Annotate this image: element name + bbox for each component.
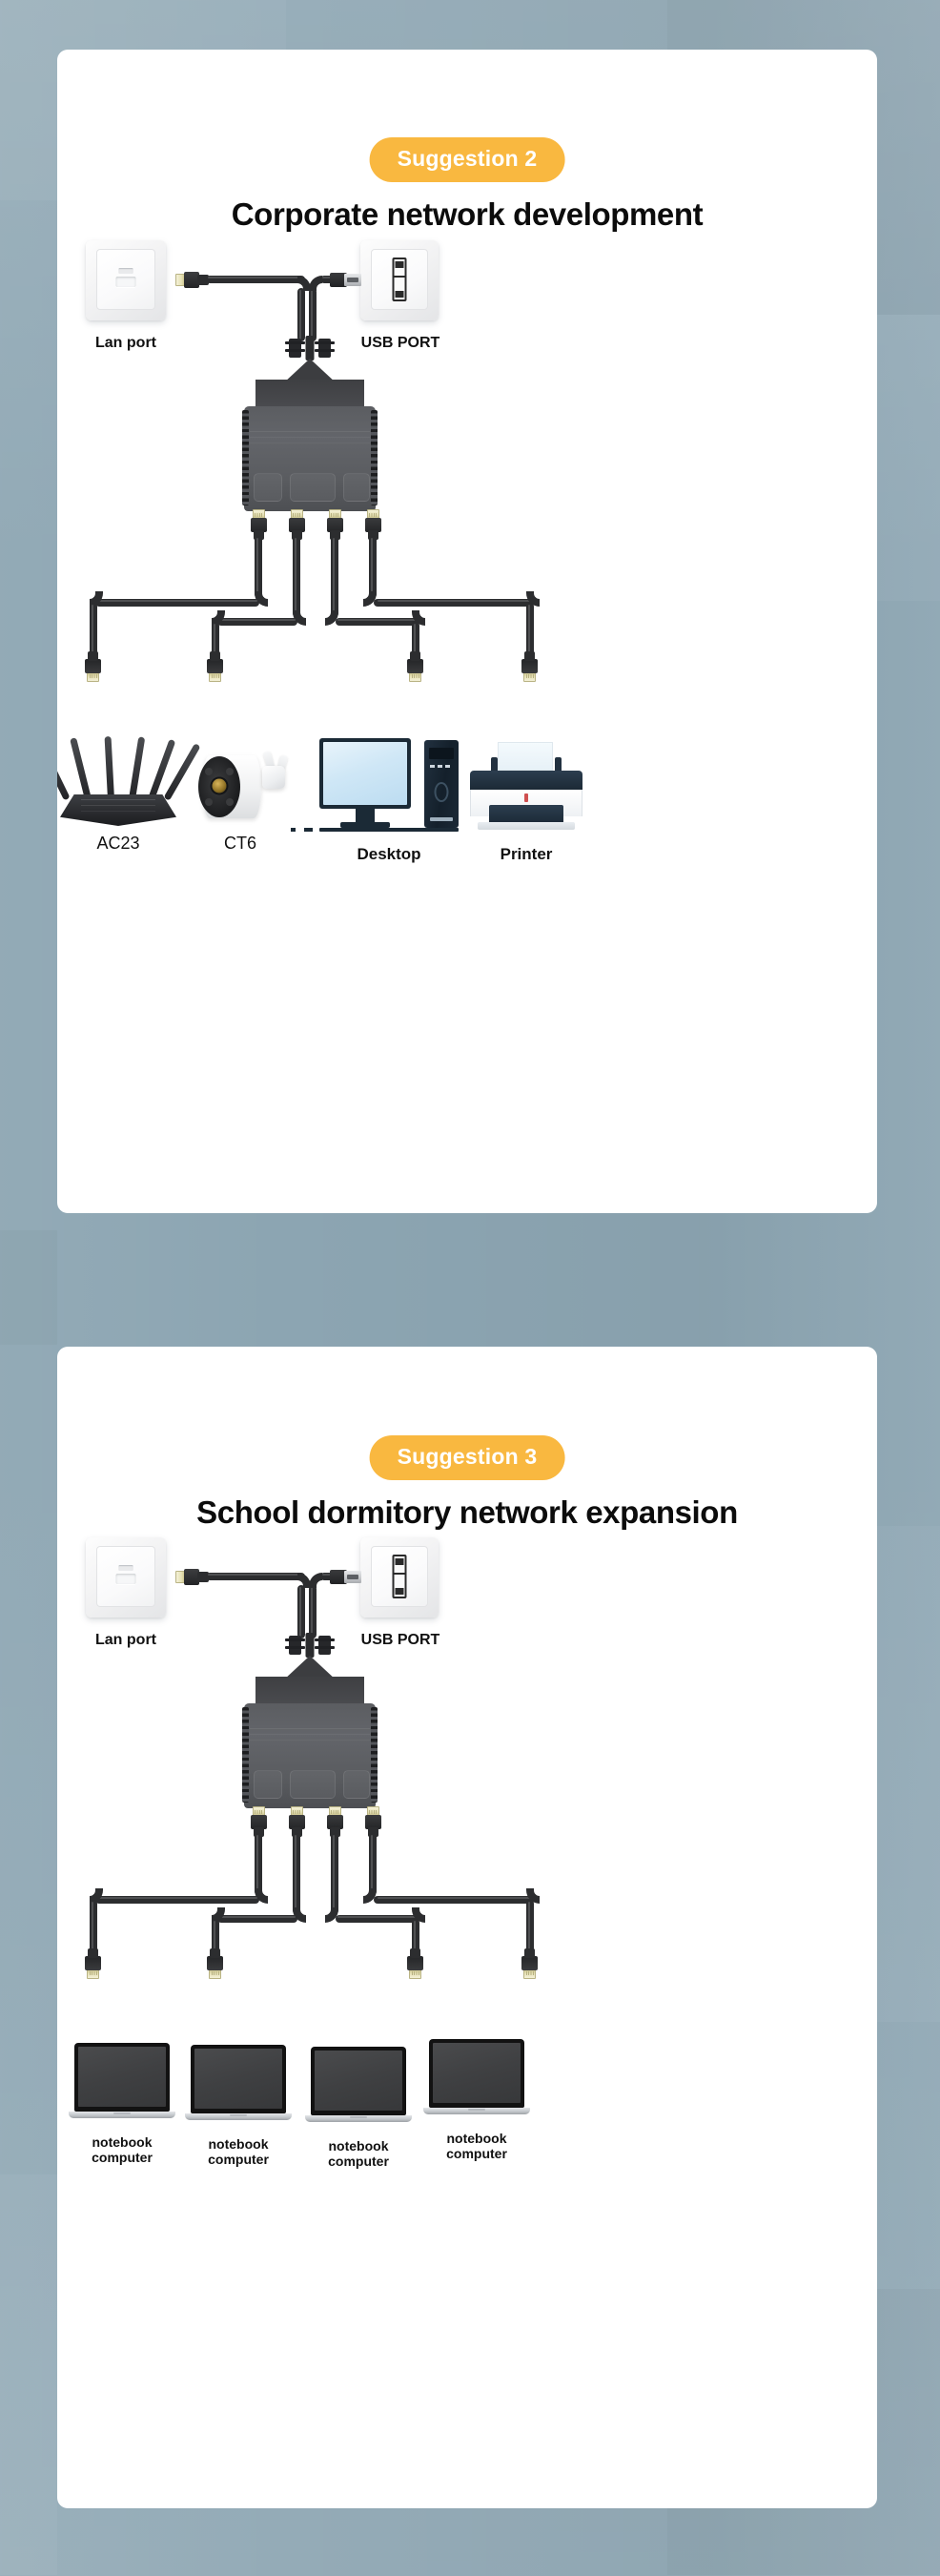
network-splitter-hub: [242, 1633, 378, 1814]
power-adapter-icon: [257, 751, 290, 792]
background-tile: [0, 1230, 57, 1345]
network-diagram: Lan port USB PORT: [57, 1347, 877, 2508]
usb-a-slot-icon: [392, 276, 407, 301]
rj45-device-plug-icon: [85, 651, 101, 682]
splitter-port-panel: [254, 473, 282, 502]
lan-port-label: Lan port: [95, 335, 156, 351]
device-label-ct6: CT6: [223, 834, 257, 853]
rj45-jack-icon: [115, 268, 136, 291]
rj45-device-plug-icon: [207, 1948, 223, 1979]
splitter-vent-ridge: [371, 410, 378, 505]
rj45-output-plug-icon: [365, 1806, 381, 1837]
lan-port-label: Lan port: [95, 1632, 156, 1648]
splitter-vent-ridge: [371, 1707, 378, 1803]
rj45-device-plug-icon: [207, 651, 223, 682]
rj45-plug-icon: [175, 272, 209, 288]
splitter-vent-ridge: [242, 1707, 249, 1803]
device-label-notebook: notebook computer: [446, 2131, 507, 2162]
usb-wall-plate-icon: [360, 1537, 439, 1618]
lan-wall-plate-icon: [86, 240, 166, 320]
lan-wall-plate-icon: [86, 1537, 166, 1618]
splitter-port-panel: [254, 1770, 282, 1799]
splitter-port-panel: [290, 473, 336, 502]
rj45-jack-icon: [115, 1565, 136, 1588]
device-label-notebook: notebook computer: [92, 2134, 153, 2166]
device-label-printer: Printer: [500, 845, 553, 863]
suggestion-card-3: Suggestion 3 School dormitory network ex…: [57, 1347, 877, 2508]
rj45-plug-icon: [175, 1569, 209, 1585]
splitter-inlet-connector: [285, 336, 335, 361]
rj45-output-plug-icon: [251, 1806, 267, 1837]
splitter-port-panel: [343, 1770, 370, 1799]
usb-wall-plate-icon: [360, 240, 439, 320]
rj45-output-plug-icon: [289, 509, 305, 540]
usb-a-plug-icon: [330, 273, 361, 287]
network-diagram: Lan port USB PORT: [57, 50, 877, 1213]
splitter-inlet-connector: [285, 1633, 335, 1658]
device-label-ac23: AC23: [96, 834, 140, 853]
suggestion-card-2: Suggestion 2 Corporate network developme…: [57, 50, 877, 1213]
rj45-device-plug-icon: [521, 1948, 538, 1979]
laptop-icon: [305, 2047, 412, 2125]
rj45-device-plug-icon: [407, 1948, 423, 1979]
rj45-output-plug-icon: [289, 1806, 305, 1837]
background-tile: [0, 2174, 57, 2575]
device-label-notebook: notebook computer: [208, 2136, 269, 2168]
rj45-output-plug-icon: [251, 509, 267, 540]
laptop-icon: [69, 2043, 175, 2121]
rj45-output-plug-icon: [365, 509, 381, 540]
device-label-desktop: Desktop: [357, 845, 421, 863]
rj45-device-plug-icon: [521, 651, 538, 682]
security-camera-icon: [189, 746, 292, 828]
device-label-notebook: notebook computer: [328, 2138, 389, 2170]
printer-icon: [466, 742, 586, 834]
background-tile: [877, 1526, 940, 2022]
splitter-port-panel: [343, 473, 370, 502]
splitter-port-panel: [290, 1770, 336, 1799]
pc-tower-icon: [424, 740, 459, 828]
usb-a-slot-icon: [392, 1573, 407, 1598]
desktop-computer-icon: [291, 738, 459, 837]
rj45-output-plug-icon: [327, 509, 343, 540]
camera-lens-icon: [212, 778, 227, 793]
network-splitter-hub: [242, 336, 378, 517]
rj45-device-plug-icon: [85, 1948, 101, 1979]
laptop-icon: [185, 2045, 292, 2123]
usb-a-plug-icon: [330, 1570, 361, 1584]
wifi-router-icon: [57, 734, 201, 826]
rj45-output-plug-icon: [327, 1806, 343, 1837]
laptop-icon: [423, 2039, 530, 2117]
splitter-vent-ridge: [242, 410, 249, 505]
rj45-device-plug-icon: [407, 651, 423, 682]
